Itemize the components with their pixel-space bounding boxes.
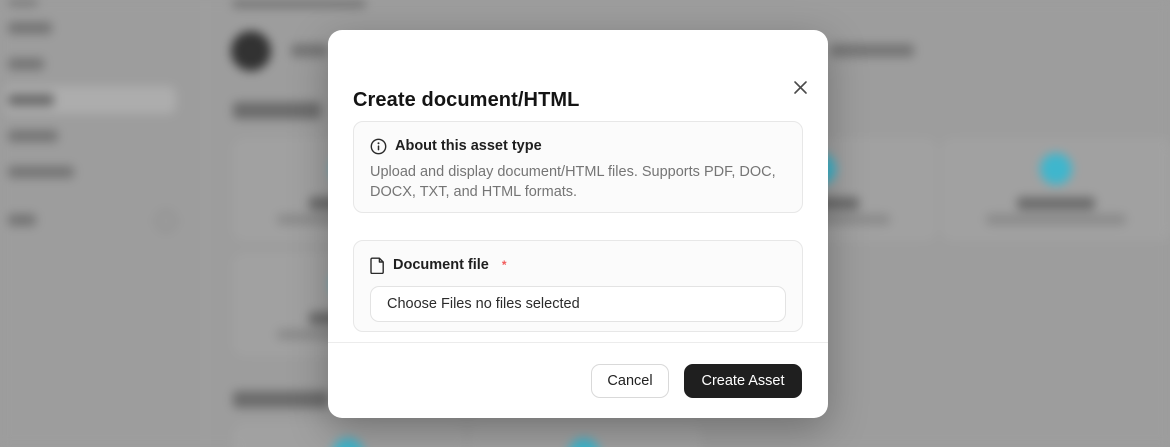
- screen: Create document/HTML About this asset ty…: [0, 0, 1170, 447]
- document-file-box: Document file * Choose Files no files se…: [353, 240, 803, 332]
- required-marker: *: [502, 258, 507, 272]
- modal-footer: Cancel Create Asset: [328, 342, 828, 418]
- header-text-placeholder: [291, 44, 328, 57]
- close-button[interactable]: [786, 73, 814, 101]
- section-heading-placeholder: [233, 391, 329, 408]
- about-box-description: Upload and display document/HTML files. …: [370, 162, 786, 202]
- document-file-label: Document file: [393, 257, 489, 273]
- about-box-header: About this asset type: [370, 136, 786, 156]
- document-icon: [370, 257, 385, 274]
- sidebar-collapse-icon: [156, 211, 176, 231]
- modal-title: Create document/HTML: [353, 89, 579, 112]
- sidebar-item-placeholder: [8, 58, 44, 70]
- section-heading-placeholder: [233, 102, 321, 119]
- sidebar-item-placeholder: [8, 22, 52, 34]
- file-input-text: Choose Files no files selected: [387, 296, 580, 312]
- create-document-modal: Create document/HTML About this asset ty…: [328, 30, 828, 418]
- sidebar-item-placeholder: [8, 214, 36, 226]
- asset-card-title-placeholder: [1017, 197, 1095, 210]
- about-asset-type-box: About this asset type Upload and display…: [353, 121, 803, 213]
- create-asset-button[interactable]: Create Asset: [684, 364, 802, 398]
- document-file-label-row: Document file *: [370, 255, 786, 275]
- cancel-button[interactable]: Cancel: [591, 364, 669, 398]
- header-text-placeholder: [830, 44, 914, 57]
- sidebar-item-placeholder: [8, 166, 74, 178]
- avatar: [231, 31, 271, 71]
- page-top-text-placeholder: [232, 0, 366, 8]
- asset-card-icon: [1040, 153, 1072, 185]
- sidebar-logo-placeholder: [8, 0, 38, 6]
- asset-card-subtitle-placeholder: [986, 214, 1126, 225]
- about-box-title: About this asset type: [395, 138, 542, 154]
- info-icon: [370, 138, 387, 155]
- close-icon: [793, 80, 808, 95]
- sidebar-divider: [205, 0, 206, 447]
- sidebar-item-placeholder: [8, 94, 54, 106]
- sidebar-item-placeholder: [8, 130, 58, 142]
- document-file-input[interactable]: Choose Files no files selected: [370, 286, 786, 322]
